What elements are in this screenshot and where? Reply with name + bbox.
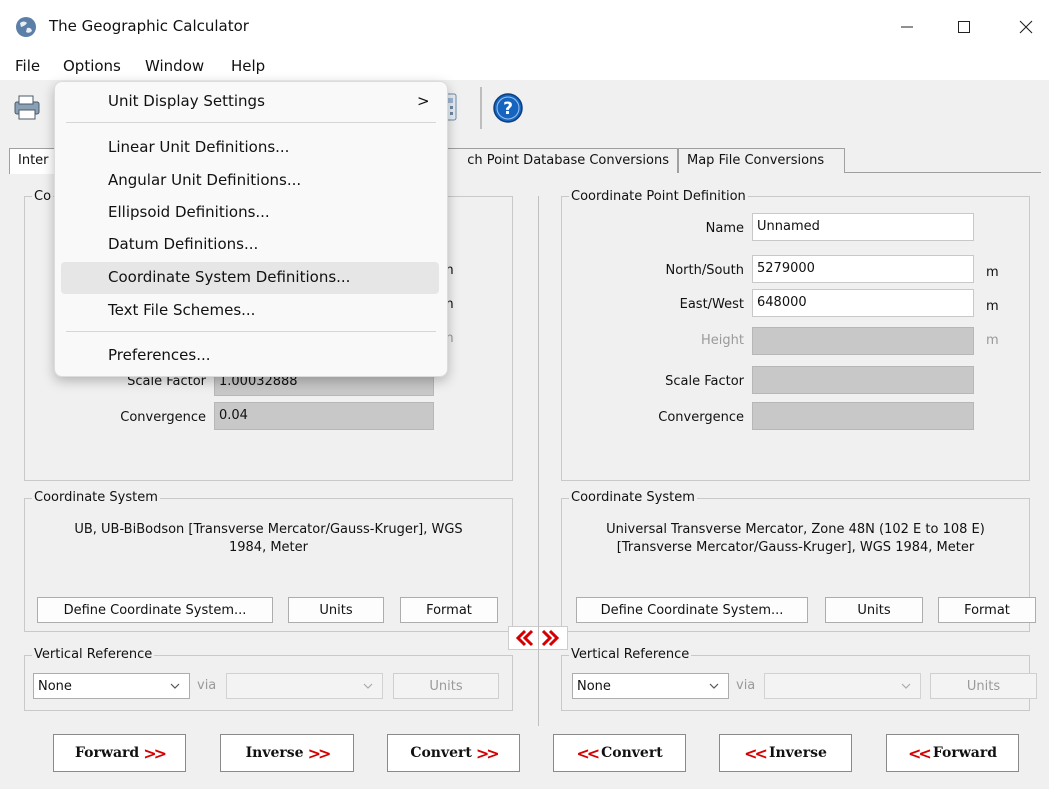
menu-options[interactable]: Options — [63, 57, 121, 75]
print-icon[interactable] — [12, 92, 42, 126]
target-convergence-field — [752, 402, 974, 430]
source-format-button[interactable]: Format — [400, 597, 498, 623]
target-convergence-label: Convergence — [658, 410, 744, 425]
window-title: The Geographic Calculator — [49, 17, 249, 35]
forward-backward-button[interactable]: << Forward — [886, 734, 1019, 772]
close-icon — [1019, 20, 1033, 34]
menu-item-linear-unit-definitions[interactable]: Linear Unit Definitions... — [108, 138, 289, 156]
target-north-south-unit: m — [986, 265, 999, 280]
target-coordinate-point-label: Coordinate Point Definition — [569, 189, 748, 204]
target-scale-factor-field — [752, 366, 974, 394]
source-vertical-reference-label: Vertical Reference — [32, 647, 155, 662]
submenu-arrow-icon: > — [417, 92, 430, 110]
target-coordinate-system-label: Coordinate System — [569, 490, 697, 505]
target-vertical-reference-select[interactable]: None — [572, 673, 729, 699]
target-scale-factor-label: Scale Factor — [665, 374, 744, 389]
target-height-unit: m — [986, 333, 999, 348]
menu-item-datum-definitions[interactable]: Datum Definitions... — [108, 235, 258, 253]
panel-divider — [538, 196, 539, 726]
double-chevron-left-icon: << — [744, 743, 768, 763]
menu-item-ellipsoid-definitions[interactable]: Ellipsoid Definitions... — [108, 203, 270, 221]
menu-window[interactable]: Window — [145, 57, 204, 75]
convert-forward-button[interactable]: Convert >> — [387, 734, 520, 772]
minimize-button[interactable] — [884, 10, 930, 44]
source-via-select — [226, 673, 383, 699]
inverse-backward-button[interactable]: << Inverse — [719, 734, 852, 772]
chevron-down-icon — [901, 683, 911, 689]
svg-text:?: ? — [503, 99, 513, 119]
forward-button[interactable]: Forward >> — [53, 734, 186, 772]
menu-item-angular-unit-definitions[interactable]: Angular Unit Definitions... — [108, 171, 301, 189]
source-convergence-label: Convergence — [120, 410, 206, 425]
toolbar-separator — [480, 87, 482, 129]
target-via-label: via — [736, 678, 756, 693]
double-chevron-right-icon: >> — [475, 743, 500, 763]
options-menu — [54, 81, 448, 377]
source-vertical-reference-select[interactable]: None — [33, 673, 190, 699]
double-chevron-left-icon: << — [576, 743, 600, 763]
target-name-field[interactable]: Unnamed — [752, 213, 974, 241]
double-chevron-left-icon: << — [908, 743, 932, 763]
source-vertical-units-button: Units — [393, 673, 499, 699]
menu-item-text-file-schemes[interactable]: Text File Schemes... — [108, 301, 255, 319]
source-convergence-field: 0.04 — [214, 402, 434, 430]
target-vertical-reference-label: Vertical Reference — [569, 647, 692, 662]
chevron-down-icon — [170, 683, 180, 689]
target-height-label: Height — [701, 333, 744, 348]
source-coordinate-point-label: Co — [32, 189, 54, 204]
inverse-button[interactable]: Inverse >> — [220, 734, 354, 772]
help-icon[interactable]: ? — [492, 92, 524, 128]
target-east-west-unit: m — [986, 299, 999, 314]
menu-item-preferences[interactable]: Preferences... — [108, 346, 211, 364]
menu-separator — [66, 331, 436, 332]
double-chevron-right-icon: >> — [307, 743, 332, 763]
target-height-field — [752, 327, 974, 355]
target-east-west-label: East/West — [679, 297, 744, 312]
target-name-label: Name — [705, 221, 744, 236]
target-format-button[interactable]: Format — [938, 597, 1036, 623]
convert-backward-button[interactable]: << Convert — [553, 734, 686, 772]
target-via-select — [764, 673, 921, 699]
menu-item-coordinate-system-definitions[interactable]: Coordinate System Definitions... — [108, 268, 350, 286]
source-units-button[interactable]: Units — [288, 597, 384, 623]
double-chevron-right-icon: >> — [143, 743, 167, 763]
tab-map-file-conversions[interactable]: Map File Conversions — [678, 148, 845, 173]
chevron-down-icon — [709, 683, 719, 689]
menu-help[interactable]: Help — [231, 57, 265, 75]
globe-app-icon — [15, 16, 37, 38]
maximize-button[interactable] — [941, 10, 987, 44]
target-east-west-field[interactable]: 648000 — [752, 289, 974, 317]
source-via-label: via — [197, 678, 217, 693]
menu-file[interactable]: File — [15, 57, 40, 75]
maximize-icon — [958, 21, 970, 33]
minimize-icon — [901, 26, 913, 28]
target-coordinate-system-description: Universal Transverse Mercator, Zone 48N … — [606, 522, 985, 555]
tab-batch-point-database-conversions[interactable]: ch Point Database Conversions — [412, 148, 678, 173]
source-define-coordinate-system-button[interactable]: Define Coordinate System... — [37, 597, 273, 623]
close-button[interactable] — [1003, 10, 1049, 44]
target-units-button[interactable]: Units — [825, 597, 923, 623]
target-north-south-label: North/South — [665, 263, 744, 278]
menu-separator — [66, 122, 436, 123]
target-north-south-field[interactable]: 5279000 — [752, 255, 974, 283]
menu-item-unit-display-settings[interactable]: Unit Display Settings — [108, 92, 265, 110]
target-define-coordinate-system-button[interactable]: Define Coordinate System... — [576, 597, 808, 623]
target-vertical-units-button: Units — [930, 673, 1037, 699]
source-coordinate-system-description: UB, UB-BiBodson [Transverse Mercator/Gau… — [74, 522, 463, 555]
chevron-down-icon — [363, 683, 373, 689]
source-coordinate-system-label: Coordinate System — [32, 490, 160, 505]
